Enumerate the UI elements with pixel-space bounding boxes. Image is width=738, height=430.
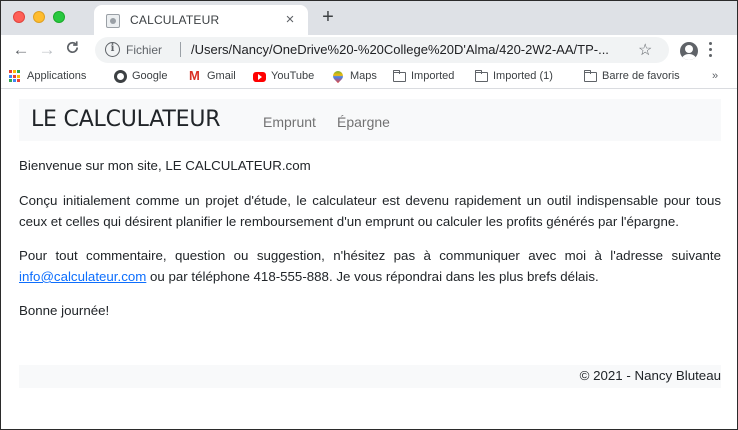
address-divider [180,42,181,57]
browser-window: CALCULATEUR × + ← → i Fichier /Users/Nan… [0,0,738,430]
bookmark-label: Maps [350,70,377,82]
bookmarks-bar: Applications Google M Gmail YouTube Maps… [1,65,737,89]
bookmark-label: Google [132,70,168,82]
bookmark-label: Barre de favoris [602,70,680,82]
bookmark-star-icon[interactable]: ☆ [638,40,652,60]
bookmark-label: Imported [411,70,455,82]
contact-email-link[interactable]: info@calculateur.com [19,269,146,284]
bookmark-label: Imported (1) [493,70,553,82]
folder-icon [393,70,406,82]
minimize-window-button[interactable] [33,11,45,23]
address-bar[interactable]: i Fichier /Users/Nancy/OneDrive%20-%20Co… [95,37,669,63]
apps-icon [9,70,22,83]
google-icon [114,70,127,83]
bookmark-label: Gmail [207,70,236,82]
youtube-icon [253,72,266,82]
contact-text-before: Pour tout commentaire, question ou sugge… [19,248,721,263]
reload-icon [66,41,78,53]
folder-icon [584,70,597,82]
contact-paragraph: Pour tout commentaire, question ou sugge… [19,245,721,287]
closing-text: Bonne journée! [19,303,110,318]
bookmark-label: YouTube [271,70,315,82]
browser-menu-icon[interactable] [709,42,713,58]
back-button[interactable]: ← [11,40,31,60]
nav-link-epargne[interactable]: Épargne [337,114,390,130]
info-icon[interactable]: i [105,42,120,57]
welcome-text: Bienvenue sur mon site, LE CALCULATEUR.c… [19,158,311,173]
site-navbar: LE CALCULATEUR Emprunt Épargne [19,99,721,141]
bookmark-label: Applications [27,70,87,82]
main-content: Bienvenue sur mon site, LE CALCULATEUR.c… [19,155,721,334]
page-favicon-icon [106,14,120,28]
gmail-icon: M [189,68,200,83]
tab-strip: CALCULATEUR × + [1,1,737,35]
maps-icon [330,68,346,84]
maximize-window-button[interactable] [53,11,65,23]
browser-toolbar: ← → i Fichier /Users/Nancy/OneDrive%20-%… [1,35,737,65]
tab-calculateur[interactable]: CALCULATEUR × [94,5,308,35]
address-url[interactable]: /Users/Nancy/OneDrive%20-%20College%20D'… [191,42,611,57]
page-viewport: LE CALCULATEUR Emprunt Épargne Bienvenue… [1,90,737,429]
tab-title: CALCULATEUR [130,13,220,27]
contact-text-after: ou par téléphone 418-555-888. Je vous ré… [146,269,599,284]
reload-button[interactable] [62,40,82,60]
folder-icon [475,70,488,82]
new-tab-button[interactable]: + [318,7,338,27]
security-label: Fichier [126,43,163,57]
profile-avatar-icon[interactable] [680,42,698,60]
nav-link-emprunt[interactable]: Emprunt [263,114,316,130]
close-window-button[interactable] [13,11,25,23]
forward-button[interactable]: → [37,40,57,60]
site-footer: © 2021 - Nancy Bluteau [19,365,721,388]
more-bookmarks-button[interactable]: » [712,70,718,82]
intro-paragraph: Conçu initialement comme un projet d'étu… [19,193,721,229]
site-brand[interactable]: LE CALCULATEUR [31,107,221,132]
copyright-text: © 2021 - Nancy Bluteau [579,368,721,383]
close-tab-icon[interactable]: × [282,11,298,28]
